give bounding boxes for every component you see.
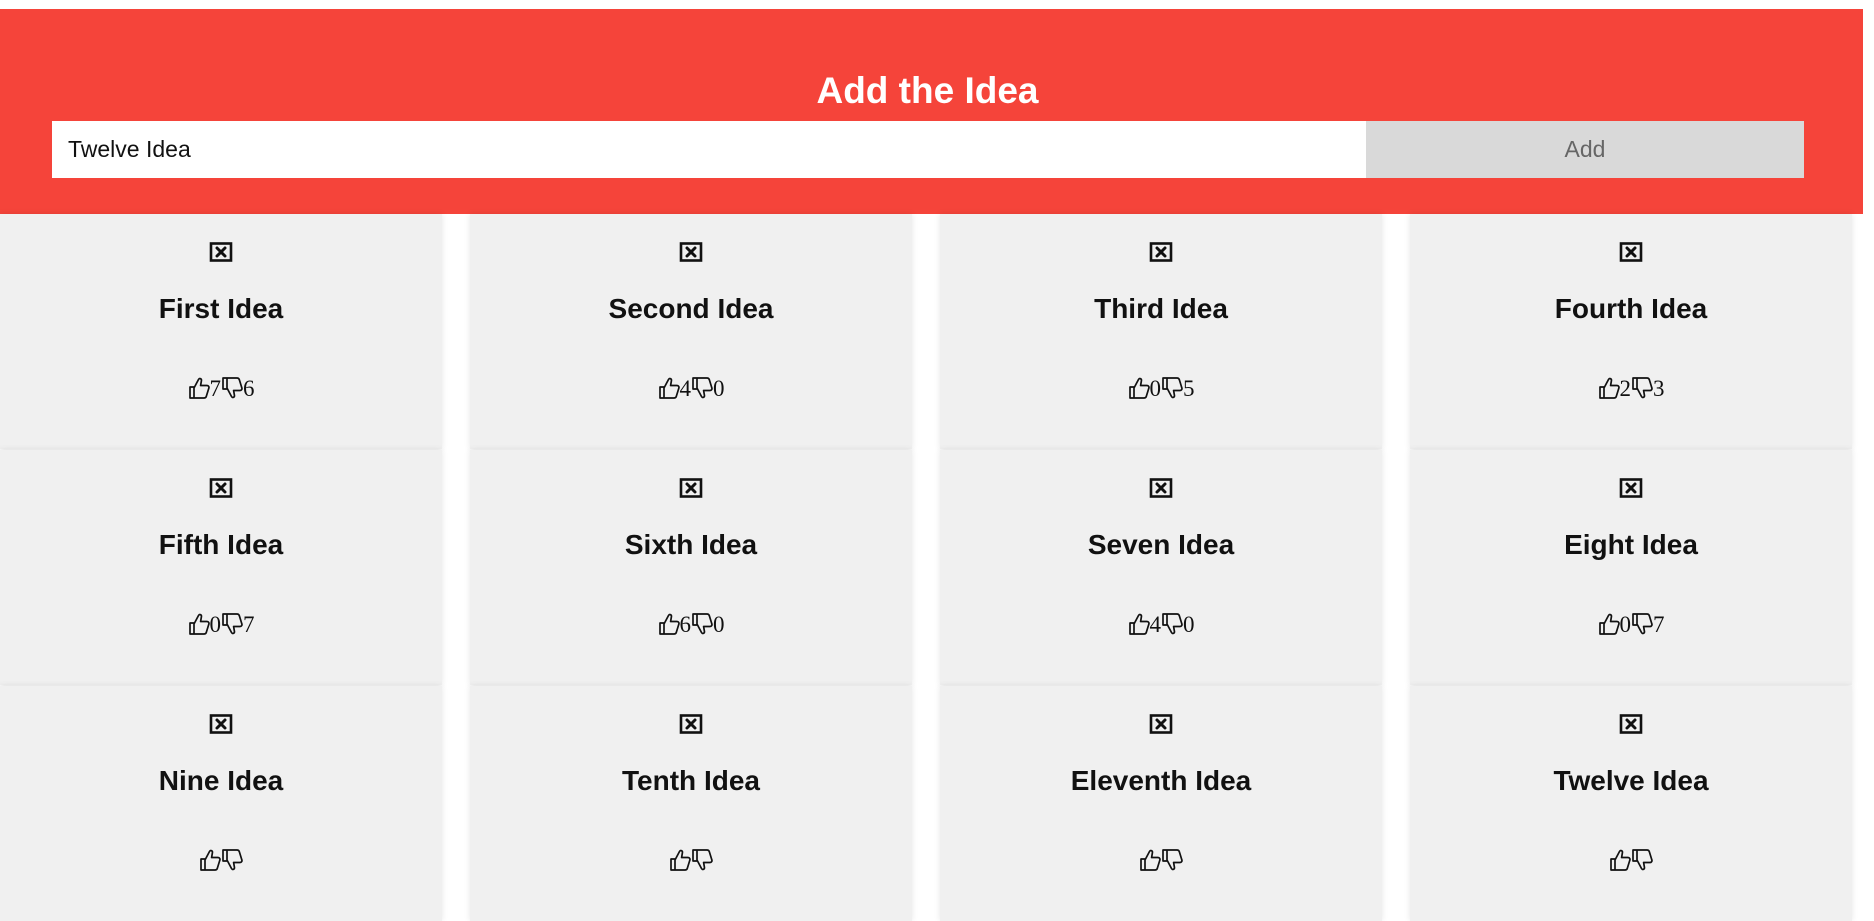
thumbs-up-icon[interactable] — [658, 376, 680, 400]
thumbs-down-icon[interactable] — [221, 612, 243, 636]
idea-title: Nine Idea — [158, 765, 284, 796]
thumbs-up-icon[interactable] — [658, 612, 680, 636]
downvote-count: 6 — [243, 376, 255, 401]
upvote-count: 0 — [1149, 376, 1162, 401]
thumbs-down-icon[interactable] — [691, 376, 713, 400]
vote-row: 05 — [940, 374, 1382, 404]
idea-input[interactable] — [52, 121, 1366, 178]
close-icon[interactable] — [209, 242, 233, 262]
upvote-count: 4 — [679, 376, 692, 401]
thumbs-down-icon[interactable] — [221, 376, 243, 400]
idea-card: Fifth Idea 0 7 — [0, 450, 442, 685]
thumbs-down-icon[interactable] — [691, 612, 713, 636]
idea-card: Second Idea 4 0 — [470, 214, 912, 449]
thumbs-down-icon[interactable] — [221, 848, 243, 872]
downvote-count: 0 — [713, 612, 725, 637]
idea-title: Eleventh Idea — [1070, 765, 1252, 796]
idea-title: Fourth Idea — [1554, 293, 1708, 324]
thumbs-down-icon[interactable] — [691, 848, 713, 872]
upvote-count: 4 — [1149, 612, 1162, 637]
downvote-count: 0 — [713, 376, 725, 401]
idea-card: Sixth Idea 6 0 — [470, 450, 912, 685]
close-icon[interactable] — [1619, 714, 1643, 734]
thumbs-up-icon[interactable] — [1128, 376, 1150, 400]
idea-title: Fifth Idea — [158, 529, 284, 560]
vote-row — [940, 846, 1382, 876]
thumbs-down-icon[interactable] — [1631, 376, 1653, 400]
close-icon[interactable] — [1619, 242, 1643, 262]
thumbs-down-icon[interactable] — [1161, 376, 1183, 400]
thumbs-up-icon[interactable] — [199, 848, 221, 872]
vote-row — [470, 846, 912, 876]
vote-row: 60 — [470, 610, 912, 640]
idea-title: Eight Idea — [1564, 529, 1698, 560]
downvote-count: 5 — [1183, 376, 1195, 401]
idea-title: Tenth Idea — [622, 765, 760, 796]
idea-card: Fourth Idea 2 3 — [1410, 214, 1852, 449]
close-icon[interactable] — [679, 714, 703, 734]
vote-row: 07 — [0, 610, 442, 640]
idea-card: Twelve Idea — [1410, 686, 1852, 921]
upvote-count: 0 — [209, 612, 222, 637]
idea-card: Nine Idea — [0, 686, 442, 921]
idea-card: Tenth Idea — [470, 686, 912, 921]
thumbs-up-icon[interactable] — [1598, 376, 1620, 400]
vote-row: 07 — [1410, 610, 1852, 640]
thumbs-down-icon[interactable] — [1631, 848, 1653, 872]
thumbs-down-icon[interactable] — [1161, 848, 1183, 872]
thumbs-down-icon[interactable] — [1161, 612, 1183, 636]
thumbs-up-icon[interactable] — [1598, 612, 1620, 636]
idea-card: Seven Idea 4 0 — [940, 450, 1382, 685]
vote-row: 76 — [0, 374, 442, 404]
thumbs-up-icon[interactable] — [1609, 848, 1631, 872]
thumbs-up-icon[interactable] — [669, 848, 691, 872]
vote-row: 40 — [470, 374, 912, 404]
close-icon[interactable] — [1619, 478, 1643, 498]
idea-grid: First Idea 7 6 Second Idea 4 0 Third Idea 0 5 Fou… — [0, 214, 1874, 921]
downvote-count: 7 — [1653, 612, 1665, 637]
close-icon[interactable] — [1149, 478, 1173, 498]
thumbs-up-icon[interactable] — [188, 612, 210, 636]
idea-title: Twelve Idea — [1553, 765, 1709, 796]
idea-title: Seven Idea — [1087, 529, 1235, 560]
close-icon[interactable] — [1149, 242, 1173, 262]
upvote-count: 0 — [1619, 612, 1632, 637]
idea-card: Third Idea 0 5 — [940, 214, 1382, 449]
idea-card: Eight Idea 0 7 — [1410, 450, 1852, 685]
idea-title: Second Idea — [608, 293, 774, 324]
close-icon[interactable] — [679, 478, 703, 498]
upvote-count: 7 — [209, 376, 222, 401]
upvote-count: 6 — [679, 612, 692, 637]
vote-row: 40 — [940, 610, 1382, 640]
thumbs-down-icon[interactable] — [1631, 612, 1653, 636]
add-idea-header: Add the Idea Add — [0, 9, 1863, 214]
downvote-count: 0 — [1183, 612, 1195, 637]
idea-card: First Idea 7 6 — [0, 214, 442, 449]
vote-row — [1410, 846, 1852, 876]
close-icon[interactable] — [209, 478, 233, 498]
downvote-count: 7 — [243, 612, 255, 637]
idea-title: Sixth Idea — [624, 529, 758, 560]
thumbs-up-icon[interactable] — [188, 376, 210, 400]
thumbs-up-icon[interactable] — [1128, 612, 1150, 636]
idea-title: Third Idea — [1094, 293, 1228, 324]
vote-row: 23 — [1410, 374, 1852, 404]
idea-card: Eleventh Idea — [940, 686, 1382, 921]
vote-row — [0, 846, 442, 876]
downvote-count: 3 — [1653, 376, 1665, 401]
idea-title: First Idea — [158, 293, 284, 324]
upvote-count: 2 — [1619, 376, 1632, 401]
thumbs-up-icon[interactable] — [1139, 848, 1161, 872]
add-button[interactable]: Add — [1366, 121, 1804, 178]
close-icon[interactable] — [1149, 714, 1173, 734]
close-icon[interactable] — [679, 242, 703, 262]
close-icon[interactable] — [209, 714, 233, 734]
page-title: Add the Idea — [816, 70, 1039, 111]
